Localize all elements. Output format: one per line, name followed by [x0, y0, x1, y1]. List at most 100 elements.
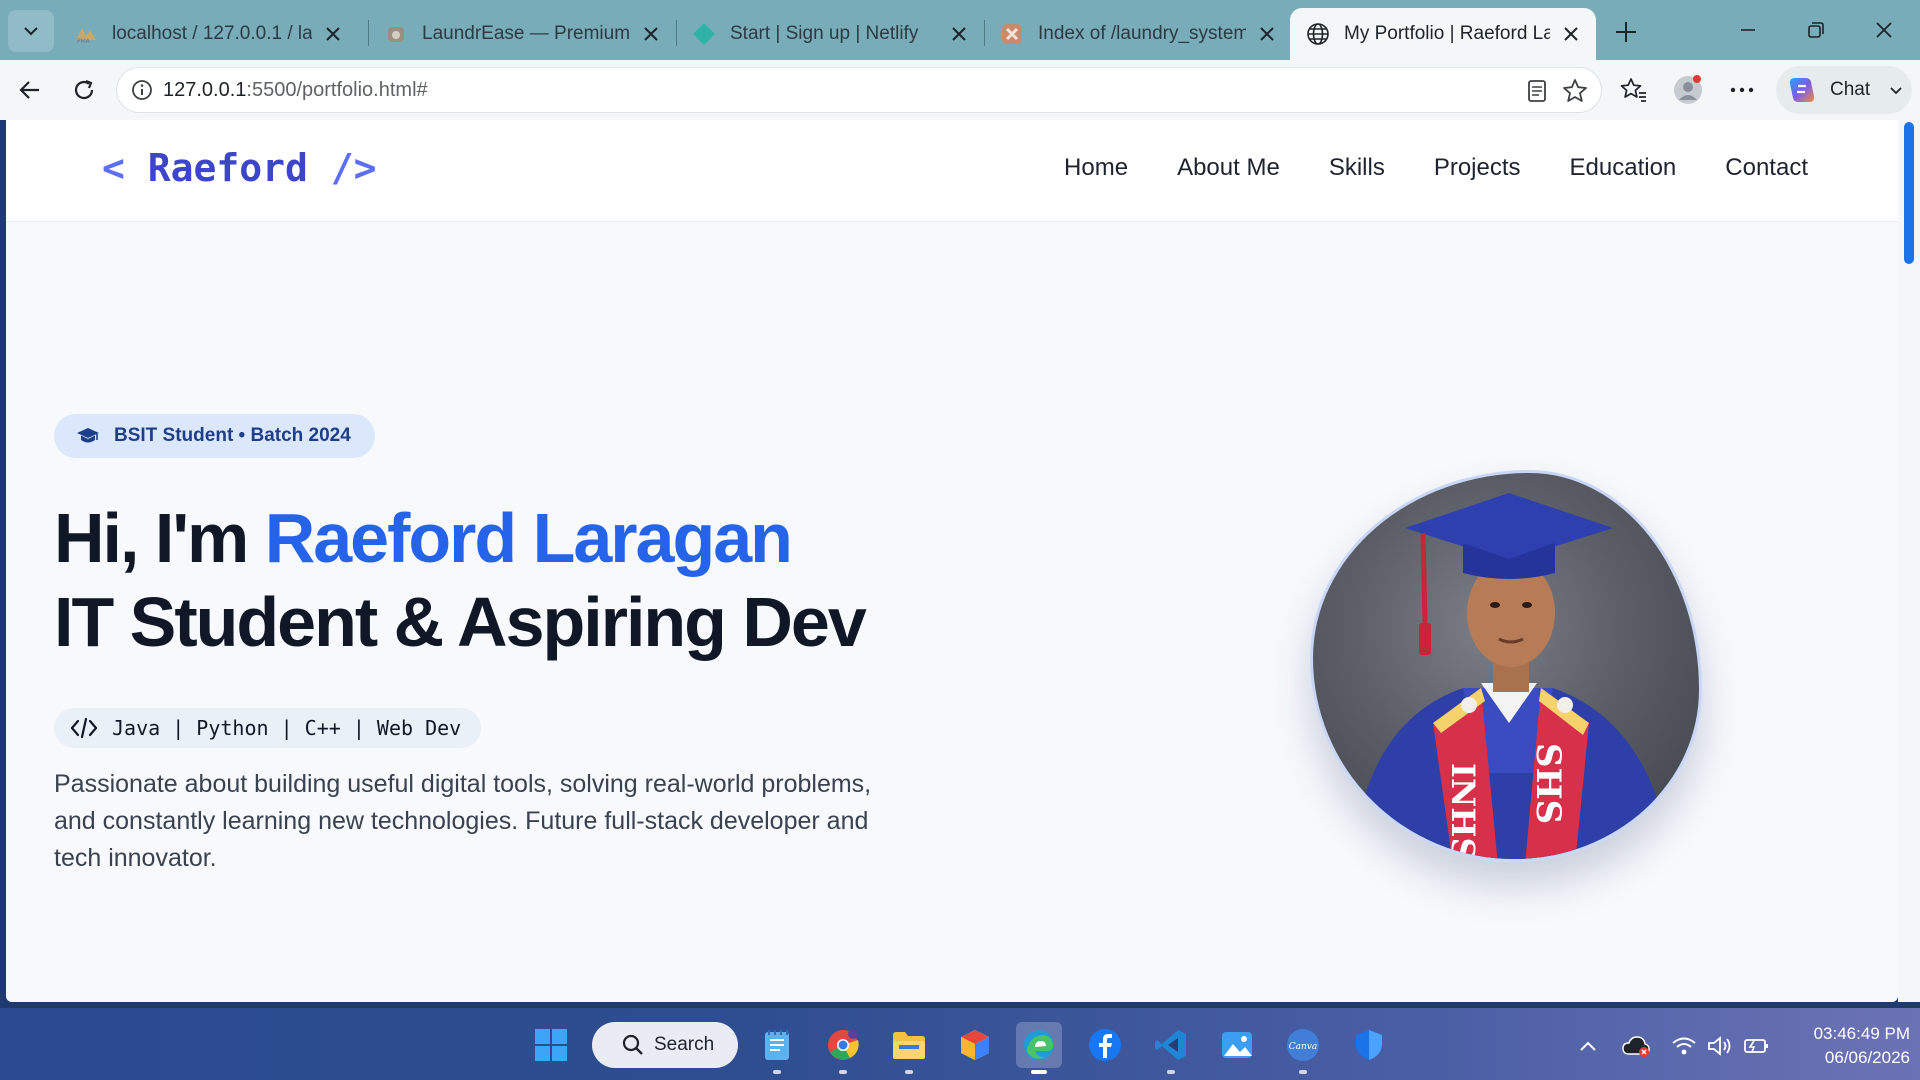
tray-volume[interactable]: [1704, 1030, 1736, 1062]
tab-portfolio[interactable]: My Portfolio | Raeford Laragan: [1290, 8, 1596, 60]
address-bar[interactable]: 127.0.0.1:5500/portfolio.html#: [116, 67, 1602, 113]
page-viewport: < Raeford /> Home About Me Skills Projec…: [6, 120, 1898, 1002]
tab-laundrease[interactable]: LaundrEase — Premium Laundry Service: [368, 8, 676, 60]
nav-home[interactable]: Home: [1064, 154, 1128, 182]
running-indicator: [773, 1070, 781, 1074]
close-icon[interactable]: [320, 21, 346, 47]
code-icon: [70, 717, 98, 739]
taskbar-chrome[interactable]: [820, 1022, 866, 1074]
restore-button[interactable]: [1784, 8, 1848, 52]
taskbar-vscode[interactable]: [1148, 1022, 1194, 1074]
close-icon: [1876, 22, 1892, 38]
chevron-down-icon: [24, 27, 38, 36]
favorites-button[interactable]: [1612, 68, 1656, 112]
chrome-icon: [828, 1029, 859, 1060]
scrollbar-thumb[interactable]: [1904, 122, 1914, 264]
sash-text-left: INHS: [1444, 763, 1482, 861]
profile-button[interactable]: [1666, 68, 1710, 112]
tab-index-admin[interactable]: Index of /laundry_system/Admin: [984, 8, 1292, 60]
star-icon[interactable]: [1561, 77, 1589, 105]
taskbar-app-cube[interactable]: [952, 1022, 998, 1068]
reload-button[interactable]: [62, 68, 106, 112]
reader-mode-icon[interactable]: [1523, 77, 1551, 105]
tray-cloud-sync[interactable]: [1620, 1030, 1652, 1062]
wifi-icon: [1672, 1037, 1696, 1055]
tab-actions-button[interactable]: [8, 10, 54, 52]
close-icon[interactable]: [1558, 21, 1584, 47]
taskbar-clock[interactable]: 03:46:49 PM 06/06/2026: [1792, 1022, 1910, 1070]
arrow-left-icon: [19, 81, 39, 99]
svg-text:PMA: PMA: [77, 38, 91, 44]
clock-time: 03:46:49 PM: [1813, 1024, 1910, 1043]
running-indicator: [1167, 1070, 1175, 1074]
chevron-up-icon: [1580, 1041, 1596, 1051]
nav-contact[interactable]: Contact: [1725, 154, 1808, 182]
xampp-icon: [1000, 22, 1024, 46]
nav-skills[interactable]: Skills: [1329, 154, 1385, 182]
browser-toolbar: 127.0.0.1:5500/portfolio.html# Chat: [0, 60, 1920, 120]
new-tab-button[interactable]: [1608, 14, 1644, 50]
student-badge: BSIT Student • Batch 2024: [54, 414, 375, 458]
more-menu-button[interactable]: [1720, 68, 1764, 112]
photos-icon: [1222, 1032, 1252, 1058]
chevron-down-icon[interactable]: [1888, 82, 1904, 98]
graduation-cap-icon: [77, 428, 99, 443]
start-button[interactable]: [528, 1022, 574, 1068]
search-icon: [622, 1034, 643, 1055]
copilot-chat-button[interactable]: Chat: [1776, 66, 1912, 114]
profile-photo-blob: INHS SHS: [1310, 470, 1702, 862]
edge-icon: [1024, 1030, 1054, 1060]
vscode-icon: [1155, 1030, 1186, 1060]
minimize-icon: [1741, 29, 1755, 31]
minimize-button[interactable]: [1716, 8, 1780, 52]
favorites-icon: [1620, 78, 1646, 102]
plus-icon: [1616, 22, 1636, 42]
taskbar-file-explorer[interactable]: [886, 1022, 932, 1074]
taskbar-facebook[interactable]: [1082, 1022, 1128, 1068]
facebook-icon: [1089, 1029, 1121, 1061]
volume-icon: [1708, 1036, 1731, 1056]
show-hidden-icons-button[interactable]: [1572, 1030, 1604, 1062]
clock-date: 06/06/2026: [1824, 1048, 1910, 1067]
taskbar-photos[interactable]: [1214, 1022, 1260, 1068]
taskbar-edge[interactable]: [1016, 1022, 1062, 1074]
windows-logo-icon: [535, 1029, 567, 1061]
close-icon[interactable]: [1254, 21, 1280, 47]
close-icon[interactable]: [638, 21, 664, 47]
taskbar-canva[interactable]: Canva: [1280, 1022, 1326, 1074]
restore-icon: [1808, 22, 1824, 38]
windows-taskbar: Search Canva 03:46:49 PM 06/06/2026: [0, 1008, 1920, 1080]
info-icon[interactable]: [131, 79, 153, 106]
nav-projects[interactable]: Projects: [1434, 154, 1521, 182]
hero-name: Raeford Laragan: [264, 499, 793, 577]
cloud-error-icon: [1622, 1036, 1650, 1057]
refresh-icon: [74, 79, 94, 100]
tray-wifi[interactable]: [1668, 1030, 1700, 1062]
laundry-icon: [384, 22, 408, 46]
svg-text:Canva: Canva: [1289, 1042, 1318, 1052]
battery-charging-icon: [1744, 1039, 1768, 1053]
nav-about-me[interactable]: About Me: [1177, 154, 1280, 182]
tab-netlify[interactable]: Start | Sign up | Netlify: [676, 8, 984, 60]
folder-icon: [893, 1032, 925, 1059]
taskbar-notepad[interactable]: [754, 1022, 800, 1074]
browser-tab-bar: PMA localhost / 127.0.0.1 / laundry_syst…: [0, 0, 1920, 60]
close-icon[interactable]: [946, 21, 972, 47]
running-indicator: [839, 1070, 847, 1074]
url-text[interactable]: 127.0.0.1:5500/portfolio.html#: [163, 79, 428, 102]
netlify-icon: [692, 22, 716, 46]
tray-battery[interactable]: [1740, 1030, 1772, 1062]
nav-education[interactable]: Education: [1570, 154, 1677, 182]
close-window-button[interactable]: [1852, 8, 1916, 52]
site-logo[interactable]: < Raeford />: [102, 146, 377, 190]
taskbar-search[interactable]: Search: [592, 1022, 738, 1068]
copilot-icon: [1789, 78, 1815, 102]
sash-text-right: SHS: [1528, 743, 1568, 824]
tab-phpmyadmin[interactable]: PMA localhost / 127.0.0.1 / laundry_syst…: [58, 8, 358, 60]
tech-stack-pill: Java | Python | C++ | Web Dev: [54, 708, 482, 748]
back-button[interactable]: [8, 68, 52, 112]
hero-intro: Passionate about building useful digital…: [54, 770, 872, 872]
page-scrollbar[interactable]: [1898, 120, 1920, 1002]
more-horizontal-icon: [1730, 87, 1754, 93]
taskbar-defender[interactable]: [1346, 1022, 1392, 1068]
